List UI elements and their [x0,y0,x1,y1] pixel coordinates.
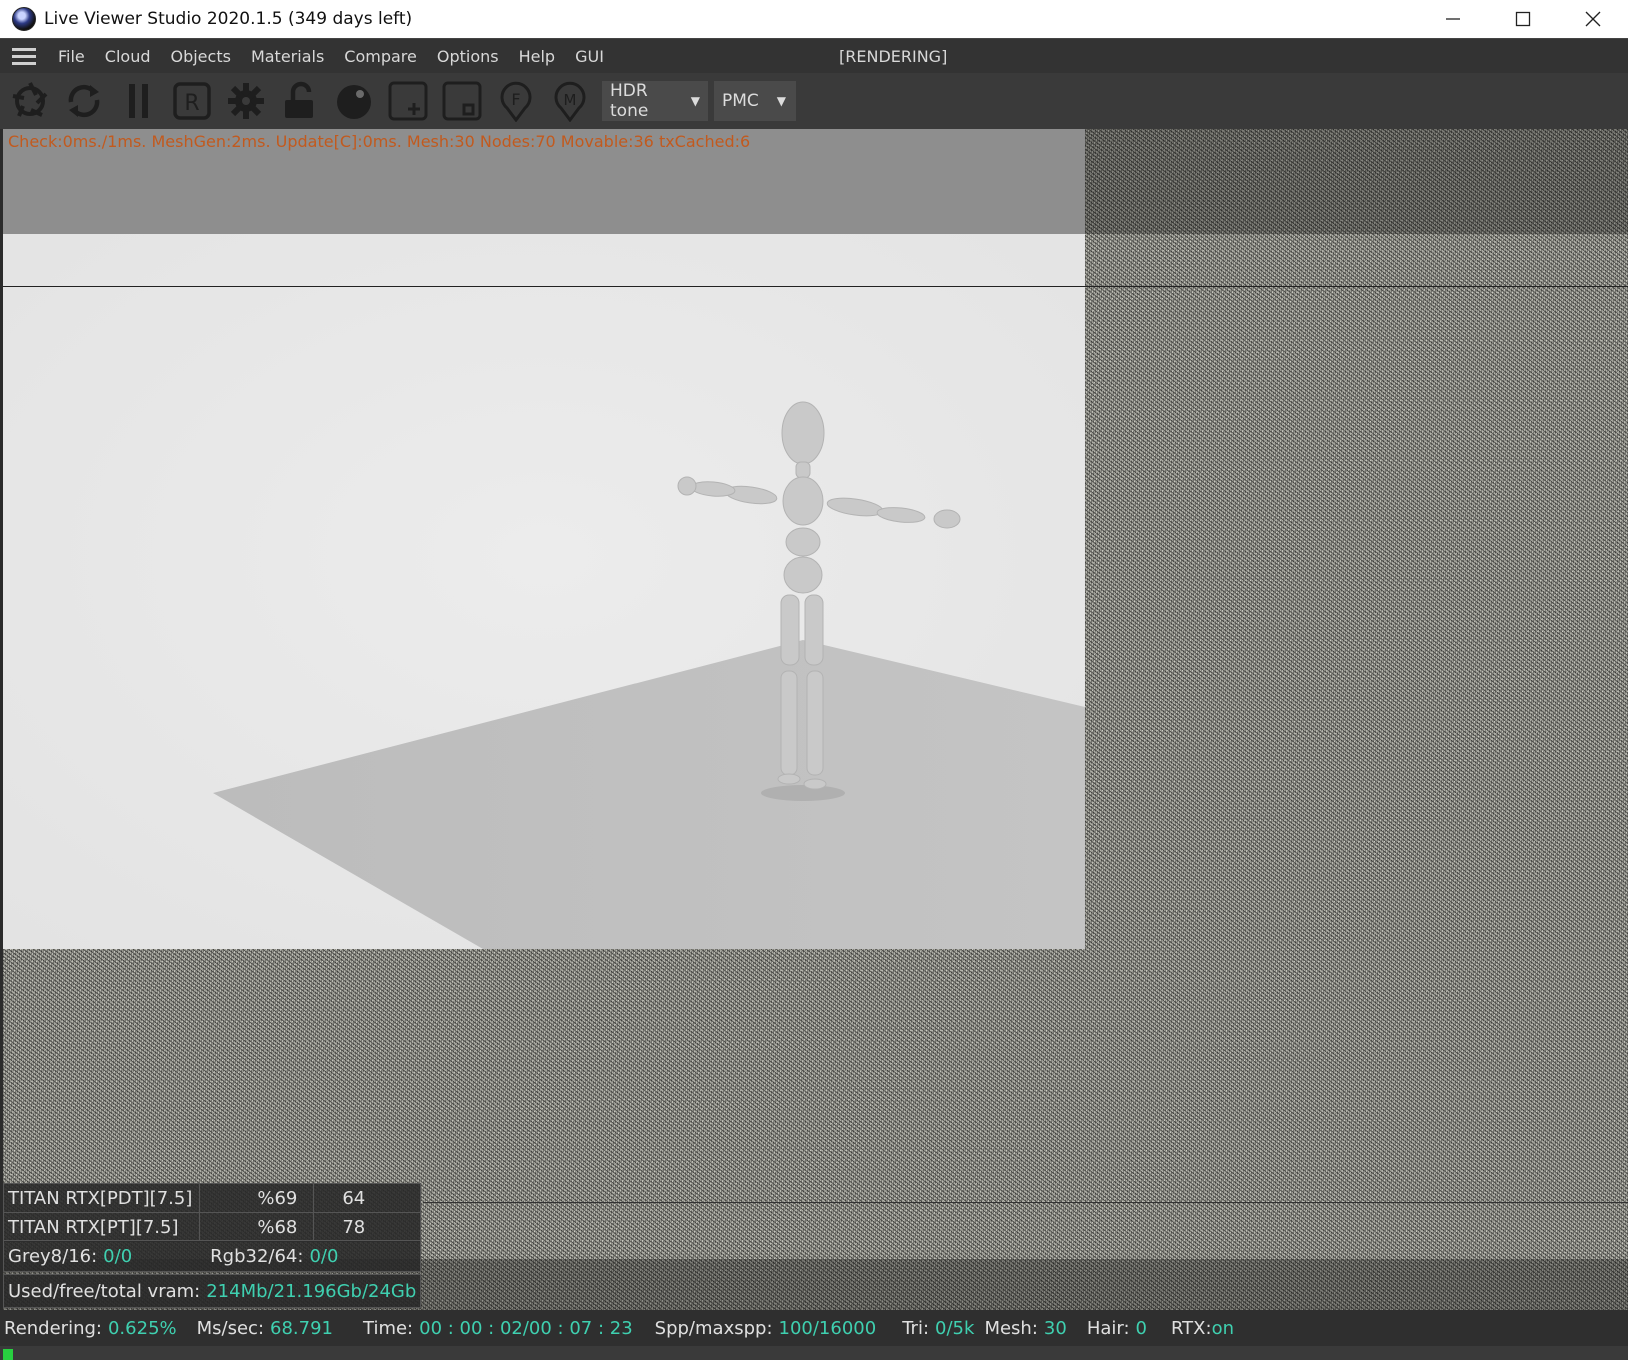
time-value: 00 : 00 : 02/00 : 07 : 23 [419,1317,633,1339]
gpu-temperature: 78 [313,1212,421,1242]
rtx-value: on [1211,1317,1234,1339]
sphere-icon[interactable] [330,77,378,125]
gpu-usage: %68 [199,1212,315,1242]
table-row: TITAN RTX[PT][7.5] %68 78 [2,1212,421,1242]
menu-help[interactable]: Help [519,47,555,66]
svg-text:R: R [184,91,199,116]
ms-value: 68.791 [270,1317,333,1339]
svg-text:M: M [564,91,577,109]
kernel-dropdown[interactable]: PMC ▼ [714,81,796,121]
refresh-icon[interactable] [60,77,108,125]
spp-value: 100/16000 [778,1317,877,1339]
aperture-icon[interactable] [6,77,54,125]
minimize-icon[interactable] [1418,0,1488,38]
unlock-icon[interactable] [276,77,324,125]
menu-objects[interactable]: Objects [170,47,230,66]
menu-materials[interactable]: Materials [251,47,324,66]
rgb-value: 0/0 [309,1245,339,1267]
hair-value: 0 [1135,1317,1147,1339]
hamburger-menu-icon[interactable] [12,48,36,65]
gpu-temperature: 64 [313,1183,421,1213]
tone-mapping-value: HDR tone [610,81,649,121]
vram-label: Used/free/total vram: [8,1280,201,1302]
menu-gui[interactable]: GUI [575,47,604,66]
app-icon [12,7,36,31]
texture-stats: Grey8/16: 0/0 Rgb32/64: 0/0 [3,1240,421,1272]
spp-label: Spp/maxspp: [654,1317,773,1339]
render-viewport[interactable]: Check:0ms./1ms. MeshGen:2ms. Update[C]:0… [3,129,1628,1310]
title-bar: Live Viewer Studio 2020.1.5 (349 days le… [0,0,1628,38]
kernel-value: PMC [722,91,759,111]
grey-label: Grey8/16: [8,1245,98,1267]
gpu-name: TITAN RTX[PT][7.5] [2,1212,201,1242]
close-icon[interactable] [1558,0,1628,38]
m-pin-icon[interactable]: M [546,77,594,125]
menu-cloud[interactable]: Cloud [105,47,151,66]
status-bar: Rendering: 0.625% Ms/sec: 68.791 Time: 0… [0,1310,1628,1346]
window-title: Live Viewer Studio 2020.1.5 (349 days le… [44,9,413,29]
hair-label: Hair: [1086,1317,1130,1339]
time-label: Time: [363,1317,414,1339]
gpu-name: TITAN RTX[PDT][7.5] [2,1183,201,1213]
maximize-icon[interactable] [1488,0,1558,38]
menu-file[interactable]: File [58,47,85,66]
f-pin-icon[interactable]: F [492,77,540,125]
vram-stats: Used/free/total vram: 214Mb/21.196Gb/24G… [3,1274,421,1308]
horizontal-guide-line [3,286,1628,287]
r-button-icon[interactable]: R [168,77,216,125]
render-progress-track [0,1346,1628,1360]
toolbar: R F M HDR tone ▼ PMC ▼ [0,73,1628,129]
ms-label: Ms/sec: [196,1317,265,1339]
rtx-label: RTX: [1170,1317,1212,1339]
mesh-label: Mesh: [984,1317,1038,1339]
svg-text:F: F [511,90,520,109]
horizontal-guide-line-lower [423,1202,1628,1203]
tri-value: 0/5k [935,1317,975,1339]
gpu-stats-table: TITAN RTX[PDT][7.5] %69 64 TITAN RTX[PT]… [2,1183,421,1242]
vram-value: 214Mb/21.196Gb/24Gb [206,1280,417,1302]
menu-options[interactable]: Options [437,47,499,66]
scene-image [3,234,1085,949]
chevron-down-icon: ▼ [776,94,787,108]
tone-mapping-dropdown[interactable]: HDR tone ▼ [602,81,708,121]
table-row: TITAN RTX[PDT][7.5] %69 64 [2,1183,421,1213]
rendering-value: 0.625% [107,1317,177,1339]
tri-label: Tri: [902,1317,930,1339]
menu-bar: File Cloud Objects Materials Compare Opt… [0,38,1628,74]
noise-band [1085,129,1628,234]
pause-icon[interactable] [114,77,162,125]
add-region-icon[interactable] [384,77,432,125]
rendering-label: Rendering: [4,1317,102,1339]
mesh-value: 30 [1043,1317,1067,1339]
window-controls [1418,0,1628,38]
grey-value: 0/0 [103,1245,133,1267]
chevron-down-icon: ▼ [690,94,700,108]
menu-compare[interactable]: Compare [344,47,417,66]
region-icon[interactable] [438,77,486,125]
gear-icon[interactable] [222,77,270,125]
render-progress-bar [3,1349,13,1360]
rgb-label: Rgb32/64: [210,1245,304,1267]
render-preview: Check:0ms./1ms. MeshGen:2ms. Update[C]:0… [3,129,1085,949]
gpu-usage: %69 [199,1183,315,1213]
render-state-label: [RENDERING] [839,47,948,66]
